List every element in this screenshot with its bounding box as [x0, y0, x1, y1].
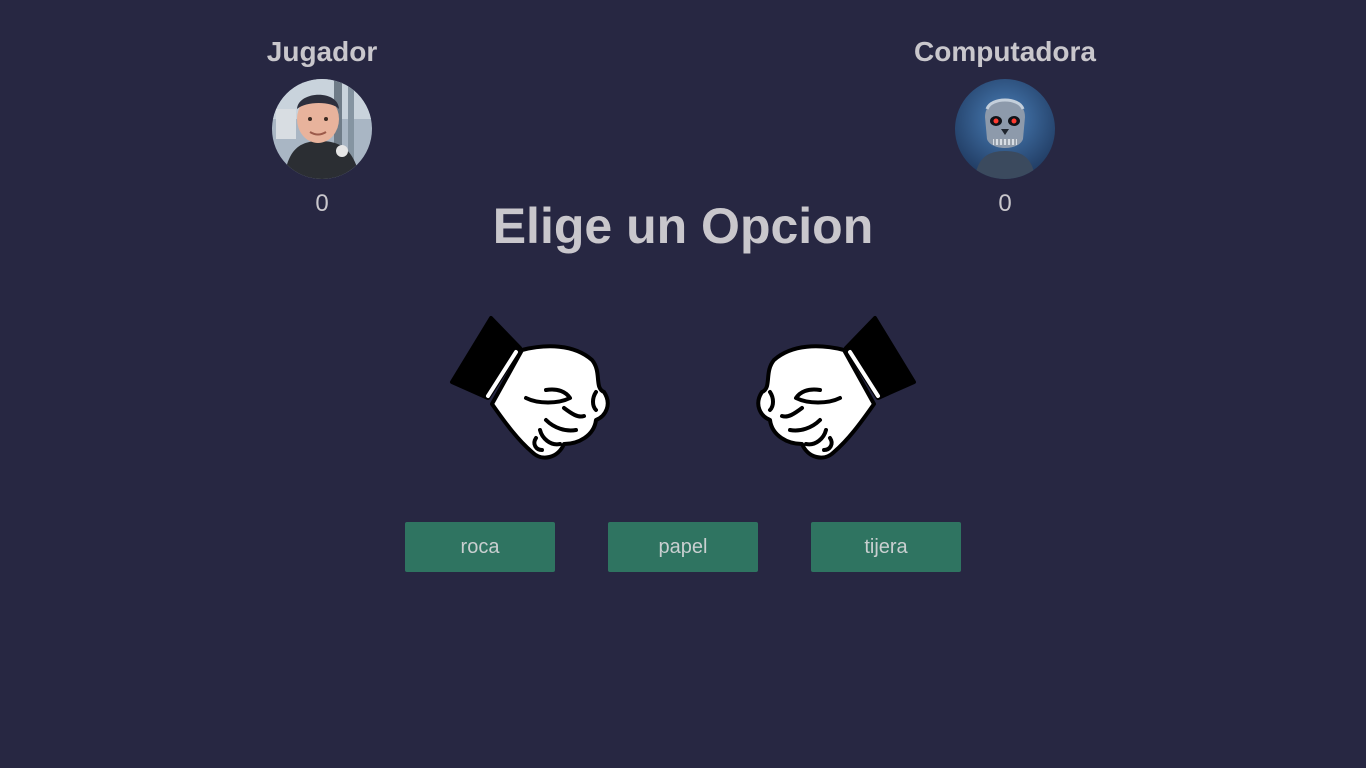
page-title: Elige un Opcion: [492, 198, 874, 254]
computer-avatar: [955, 79, 1055, 179]
paper-button[interactable]: papel: [608, 522, 758, 572]
fist-icon: [450, 316, 610, 460]
computer-name: Computadora: [914, 36, 1096, 67]
player-panel: Jugador 0: [202, 34, 442, 219]
player-avatar: [272, 79, 372, 179]
fist-icon: [756, 316, 916, 460]
game-screen: Jugador 0 Computadora 0 Elige un Opcion …: [0, 0, 1366, 768]
player-hand: [446, 312, 616, 466]
computer-hand: [750, 312, 920, 466]
scissors-button[interactable]: tijera: [811, 522, 961, 572]
rock-button[interactable]: roca: [405, 522, 555, 572]
computer-panel: Computadora 0: [885, 34, 1125, 219]
player-name: Jugador: [266, 36, 378, 67]
choice-buttons: roca papel tijera: [405, 522, 961, 572]
